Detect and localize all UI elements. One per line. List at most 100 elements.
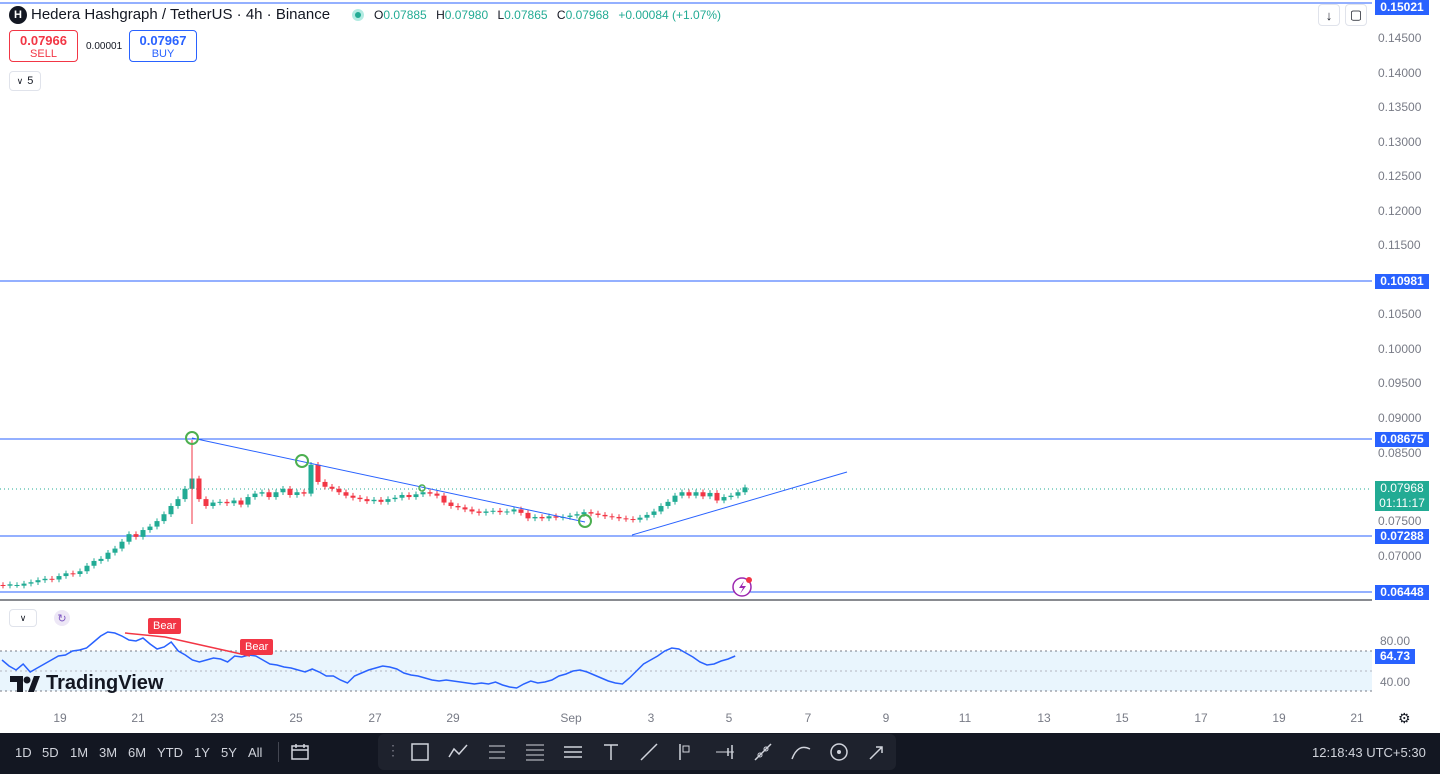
level-label: 0.08675	[1375, 432, 1429, 447]
brand-name: TradingView	[46, 672, 164, 694]
candle-body	[707, 492, 713, 497]
candle-body	[441, 495, 447, 503]
candle-body	[161, 514, 167, 522]
candle-body	[343, 492, 349, 496]
collapse-pane-button[interactable]: ∨	[9, 609, 37, 627]
candle-body	[112, 548, 118, 553]
candle-body	[266, 492, 272, 498]
candle-body	[714, 492, 720, 501]
candle-body	[546, 516, 552, 519]
range-button-ytd[interactable]: YTD	[157, 745, 183, 760]
candle-body	[140, 530, 146, 537]
candle-body	[245, 497, 251, 505]
candle-body	[77, 571, 83, 574]
candle-body	[196, 478, 202, 500]
pattern-tool-icon[interactable]	[562, 741, 584, 763]
candle-body	[63, 573, 69, 577]
candle-body	[413, 494, 419, 498]
line-tool-icon[interactable]	[638, 741, 660, 763]
candle-body	[462, 507, 468, 510]
settings-gear-icon[interactable]: ⚙	[1398, 710, 1414, 726]
time-tick: 11	[958, 711, 972, 725]
price-tick: 0.12500	[1378, 169, 1422, 183]
brush-tool-icon[interactable]	[752, 741, 774, 763]
text-tool-icon[interactable]	[600, 741, 622, 763]
range-button-1y[interactable]: 1Y	[194, 745, 210, 760]
bear-label: Bear	[148, 618, 182, 634]
candle-body	[665, 501, 671, 506]
range-button-5d[interactable]: 5D	[42, 745, 59, 760]
candle-body	[721, 497, 727, 501]
candle-body	[210, 502, 216, 506]
candle-body	[273, 492, 279, 498]
level-label: 0.06448	[1375, 585, 1429, 600]
curve-tool-icon[interactable]	[790, 741, 812, 763]
candle-body	[126, 534, 132, 542]
time-tick: 21	[131, 711, 145, 725]
range-button-1d[interactable]: 1D	[15, 745, 32, 760]
range-button-1m[interactable]: 1M	[70, 745, 88, 760]
trendline-up	[631, 471, 848, 536]
candle-body	[294, 492, 300, 495]
candle-body	[448, 502, 454, 506]
candle-body	[28, 582, 34, 584]
candle-body	[252, 493, 258, 498]
time-tick: 23	[210, 711, 224, 725]
long-position-tool-icon[interactable]	[486, 741, 508, 763]
candle-body	[21, 583, 27, 586]
trend-tool-icon[interactable]	[447, 741, 469, 763]
range-button-3m[interactable]: 3M	[99, 745, 117, 760]
candle-body	[581, 512, 587, 515]
arrow-tool-icon[interactable]	[866, 741, 888, 763]
time-tick: 5	[725, 711, 733, 725]
candle-body	[476, 511, 482, 513]
divider	[278, 742, 279, 762]
candle-body	[70, 573, 76, 575]
candle-body	[7, 584, 13, 586]
candle-body	[658, 505, 664, 512]
refresh-icon[interactable]: ↻	[54, 610, 70, 626]
fib-tool-icon[interactable]	[524, 741, 546, 763]
range-button-6m[interactable]: 6M	[128, 745, 146, 760]
candle-body	[371, 499, 377, 502]
candle-body	[623, 518, 629, 520]
candle-body	[700, 492, 706, 497]
bars-pattern-tool-icon[interactable]	[714, 741, 736, 763]
candle-body	[35, 580, 41, 583]
candle-body	[119, 541, 125, 549]
drag-handle-icon[interactable]: ⋮	[386, 742, 400, 759]
range-button-all[interactable]: All	[248, 745, 262, 760]
forecast-tool-icon[interactable]	[676, 741, 698, 763]
candle-body	[399, 494, 405, 498]
candle-body	[280, 488, 286, 493]
selection-tool-icon[interactable]	[409, 741, 431, 763]
price-tick: 0.13000	[1378, 135, 1422, 149]
clock: 12:18:43 UTC+5:30	[1312, 745, 1426, 760]
circle-tool-icon[interactable]	[828, 741, 850, 763]
candle-body	[490, 510, 496, 512]
level-label: 0.07288	[1375, 529, 1429, 544]
candle-body	[728, 495, 734, 498]
range-button-5y[interactable]: 5Y	[221, 745, 237, 760]
candle-body	[231, 500, 237, 504]
candle-body	[469, 509, 475, 512]
price-chart[interactable]	[0, 0, 1372, 733]
candle-body	[147, 526, 153, 531]
candle-body	[455, 505, 461, 508]
candle-body	[567, 515, 573, 517]
price-tick: 0.12000	[1378, 204, 1422, 218]
bar-countdown: 01:11:17	[1379, 496, 1425, 510]
candle-body	[539, 516, 545, 519]
candle-body	[56, 576, 62, 580]
date-range-icon[interactable]	[290, 742, 310, 762]
candle-body	[420, 492, 426, 495]
price-tick: 0.13500	[1378, 100, 1422, 114]
candle-body	[224, 501, 230, 504]
price-tick: 0.11500	[1378, 238, 1421, 252]
time-tick: 27	[368, 711, 382, 725]
current-price: 0.07968	[1380, 481, 1424, 495]
candle-body	[308, 464, 314, 494]
candle-body	[14, 584, 20, 586]
tradingview-logo[interactable]: TradingView	[10, 672, 163, 695]
candle-body	[595, 513, 601, 515]
